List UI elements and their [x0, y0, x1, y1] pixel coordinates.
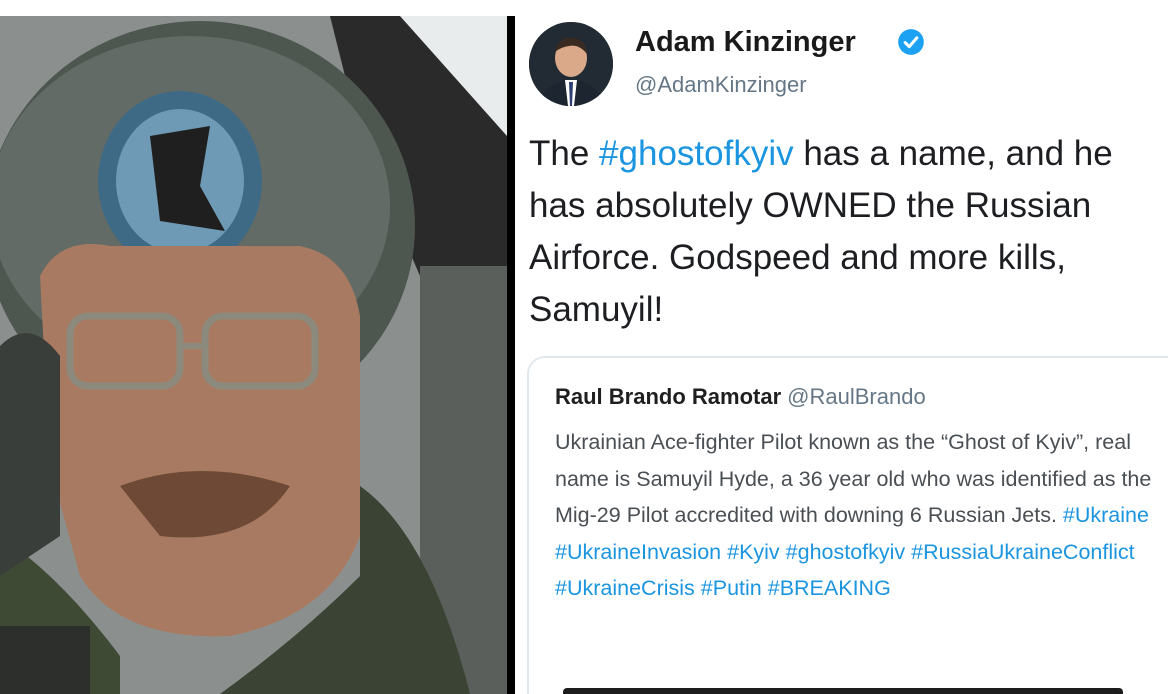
- quoted-tweet-card[interactable]: Raul Brando Ramotar @RaulBrando Ukrainian…: [527, 356, 1168, 694]
- tweet-card: Adam Kinzinger @AdamKinzinger The #ghost…: [515, 16, 1168, 694]
- hashtag-link[interactable]: #Ukraine: [1063, 503, 1149, 527]
- avatar[interactable]: [529, 22, 613, 106]
- hashtag-link[interactable]: #ghostofkyiv: [599, 134, 794, 173]
- pilot-photo: [0, 16, 507, 694]
- quoted-tweet-text: Ukrainian Ace-fighter Pilot known as the…: [555, 424, 1155, 607]
- top-white-border: [0, 0, 1168, 16]
- pilot-photo-illustration: [0, 16, 507, 694]
- quoted-tweet-header: Raul Brando Ramotar @RaulBrando: [555, 384, 926, 410]
- text-segment: Ukrainian Ace-fighter Pilot known as the…: [555, 430, 1152, 527]
- quoted-media-preview: [563, 688, 1123, 694]
- hashtag-link[interactable]: #BREAKING: [768, 576, 891, 600]
- tweet-text: The #ghostofkyiv has a name, and he has …: [529, 128, 1159, 336]
- hashtag-link[interactable]: #Putin: [701, 576, 762, 600]
- hashtag-link[interactable]: #RussiaUkraineConflict: [911, 540, 1134, 564]
- panel-divider: [507, 16, 515, 694]
- hashtag-link[interactable]: #UkraineCrisis: [555, 576, 695, 600]
- hashtag-link[interactable]: #Kyiv: [727, 540, 780, 564]
- quoted-author-handle[interactable]: @RaulBrando: [787, 384, 926, 409]
- hashtag-link[interactable]: #ghostofkyiv: [786, 540, 906, 564]
- text-segment: The: [529, 134, 600, 173]
- avatar-image: [529, 22, 613, 106]
- hashtag-link[interactable]: #UkraineInvasion: [555, 540, 721, 564]
- verified-badge-icon: [898, 29, 924, 55]
- author-name[interactable]: Adam Kinzinger: [635, 26, 856, 59]
- author-handle[interactable]: @AdamKinzinger: [635, 72, 807, 98]
- quoted-author-name[interactable]: Raul Brando Ramotar: [555, 384, 781, 409]
